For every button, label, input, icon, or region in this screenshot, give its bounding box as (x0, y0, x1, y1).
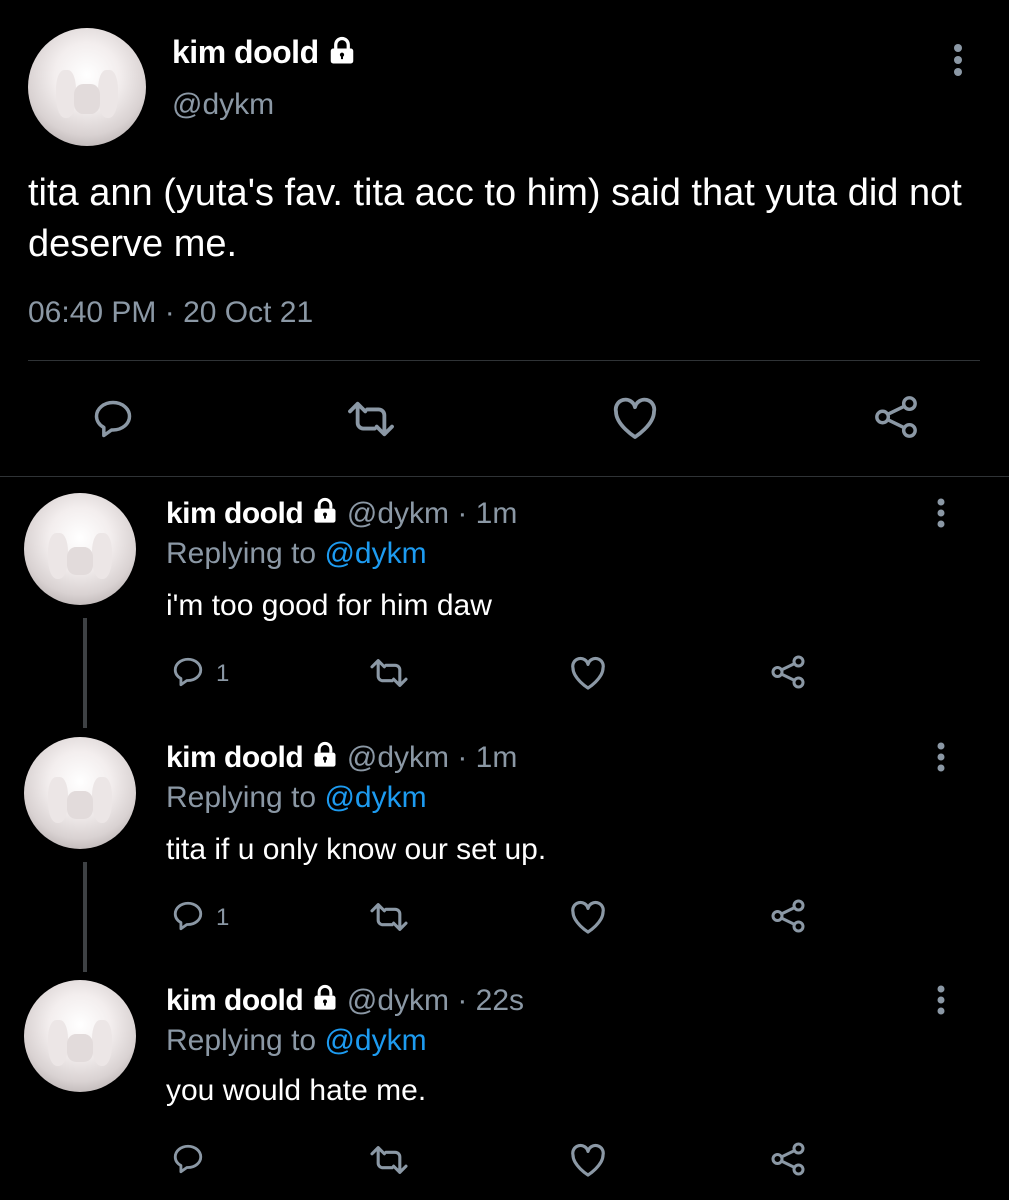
author-name-text: kim doold (172, 34, 319, 70)
lock-icon (311, 497, 339, 533)
like-icon[interactable] (569, 655, 607, 691)
avatar[interactable] (24, 737, 136, 849)
lock-icon (327, 36, 357, 74)
retweet-icon[interactable] (367, 900, 411, 934)
thread-line (83, 618, 87, 728)
avatar[interactable] (24, 980, 136, 1092)
share-icon[interactable] (770, 898, 806, 934)
reply-author-name: kim doold (166, 741, 304, 774)
tweet-text: tita ann (yuta's fav. tita acc to him) s… (28, 172, 962, 265)
replying-to-label: Replying to (166, 537, 325, 570)
divider (28, 360, 980, 361)
lock-icon (311, 741, 339, 777)
share-icon[interactable] (770, 654, 806, 690)
avatar[interactable] (24, 493, 136, 605)
avatar[interactable] (28, 28, 146, 146)
reply-text: you would hate me. (166, 1074, 427, 1107)
author-handle[interactable]: @dykm (172, 88, 274, 122)
reply-author-name: kim doold (166, 497, 304, 530)
replying-to: Replying to @dykm (166, 1024, 427, 1058)
replying-to-handle[interactable]: @dykm (324, 781, 426, 814)
reply-author[interactable]: kim doold @dykm · 1m (166, 741, 517, 777)
replying-to-label: Replying to (166, 781, 325, 814)
tweet-timestamp: 06:40 PM · 20 Oct 21 (28, 296, 314, 329)
reply-count: 1 (216, 904, 230, 931)
author-name[interactable]: kim doold (172, 34, 357, 74)
like-icon[interactable] (569, 899, 607, 935)
reply-text: tita if u only know our set up. (166, 833, 547, 866)
more-icon[interactable] (948, 42, 968, 78)
replying-to: Replying to @dykm (166, 537, 427, 571)
replying-to: Replying to @dykm (166, 781, 427, 815)
more-icon[interactable] (932, 497, 950, 529)
reply-meta: @dykm · 22s (346, 984, 525, 1017)
lock-icon (311, 984, 339, 1020)
reply-author[interactable]: kim doold @dykm · 1m (166, 497, 517, 533)
retweet-icon[interactable] (343, 398, 399, 440)
reply-meta: @dykm · 1m (346, 741, 518, 774)
more-icon[interactable] (932, 984, 950, 1016)
more-icon[interactable] (932, 741, 950, 773)
share-icon[interactable] (873, 394, 919, 440)
retweet-icon[interactable] (367, 656, 411, 690)
retweet-icon[interactable] (367, 1143, 411, 1177)
reply-author-name: kim doold (166, 984, 304, 1017)
replying-to-handle[interactable]: @dykm (324, 537, 426, 570)
reply-meta: @dykm · 1m (346, 497, 518, 530)
reply-icon[interactable] (170, 655, 206, 689)
replying-to-label: Replying to (166, 1024, 325, 1057)
reply-icon[interactable] (170, 1142, 206, 1176)
reply-icon[interactable] (170, 899, 206, 933)
divider (0, 476, 1009, 477)
reply-text: i'm too good for him daw (166, 589, 492, 622)
reply-icon[interactable] (90, 397, 136, 441)
reply-author[interactable]: kim doold @dykm · 22s (166, 984, 524, 1020)
share-icon[interactable] (770, 1141, 806, 1177)
thread-line (83, 862, 87, 972)
reply-count: 1 (216, 660, 230, 687)
replying-to-handle[interactable]: @dykm (324, 1024, 426, 1057)
like-icon[interactable] (569, 1142, 607, 1178)
like-icon[interactable] (611, 396, 659, 440)
